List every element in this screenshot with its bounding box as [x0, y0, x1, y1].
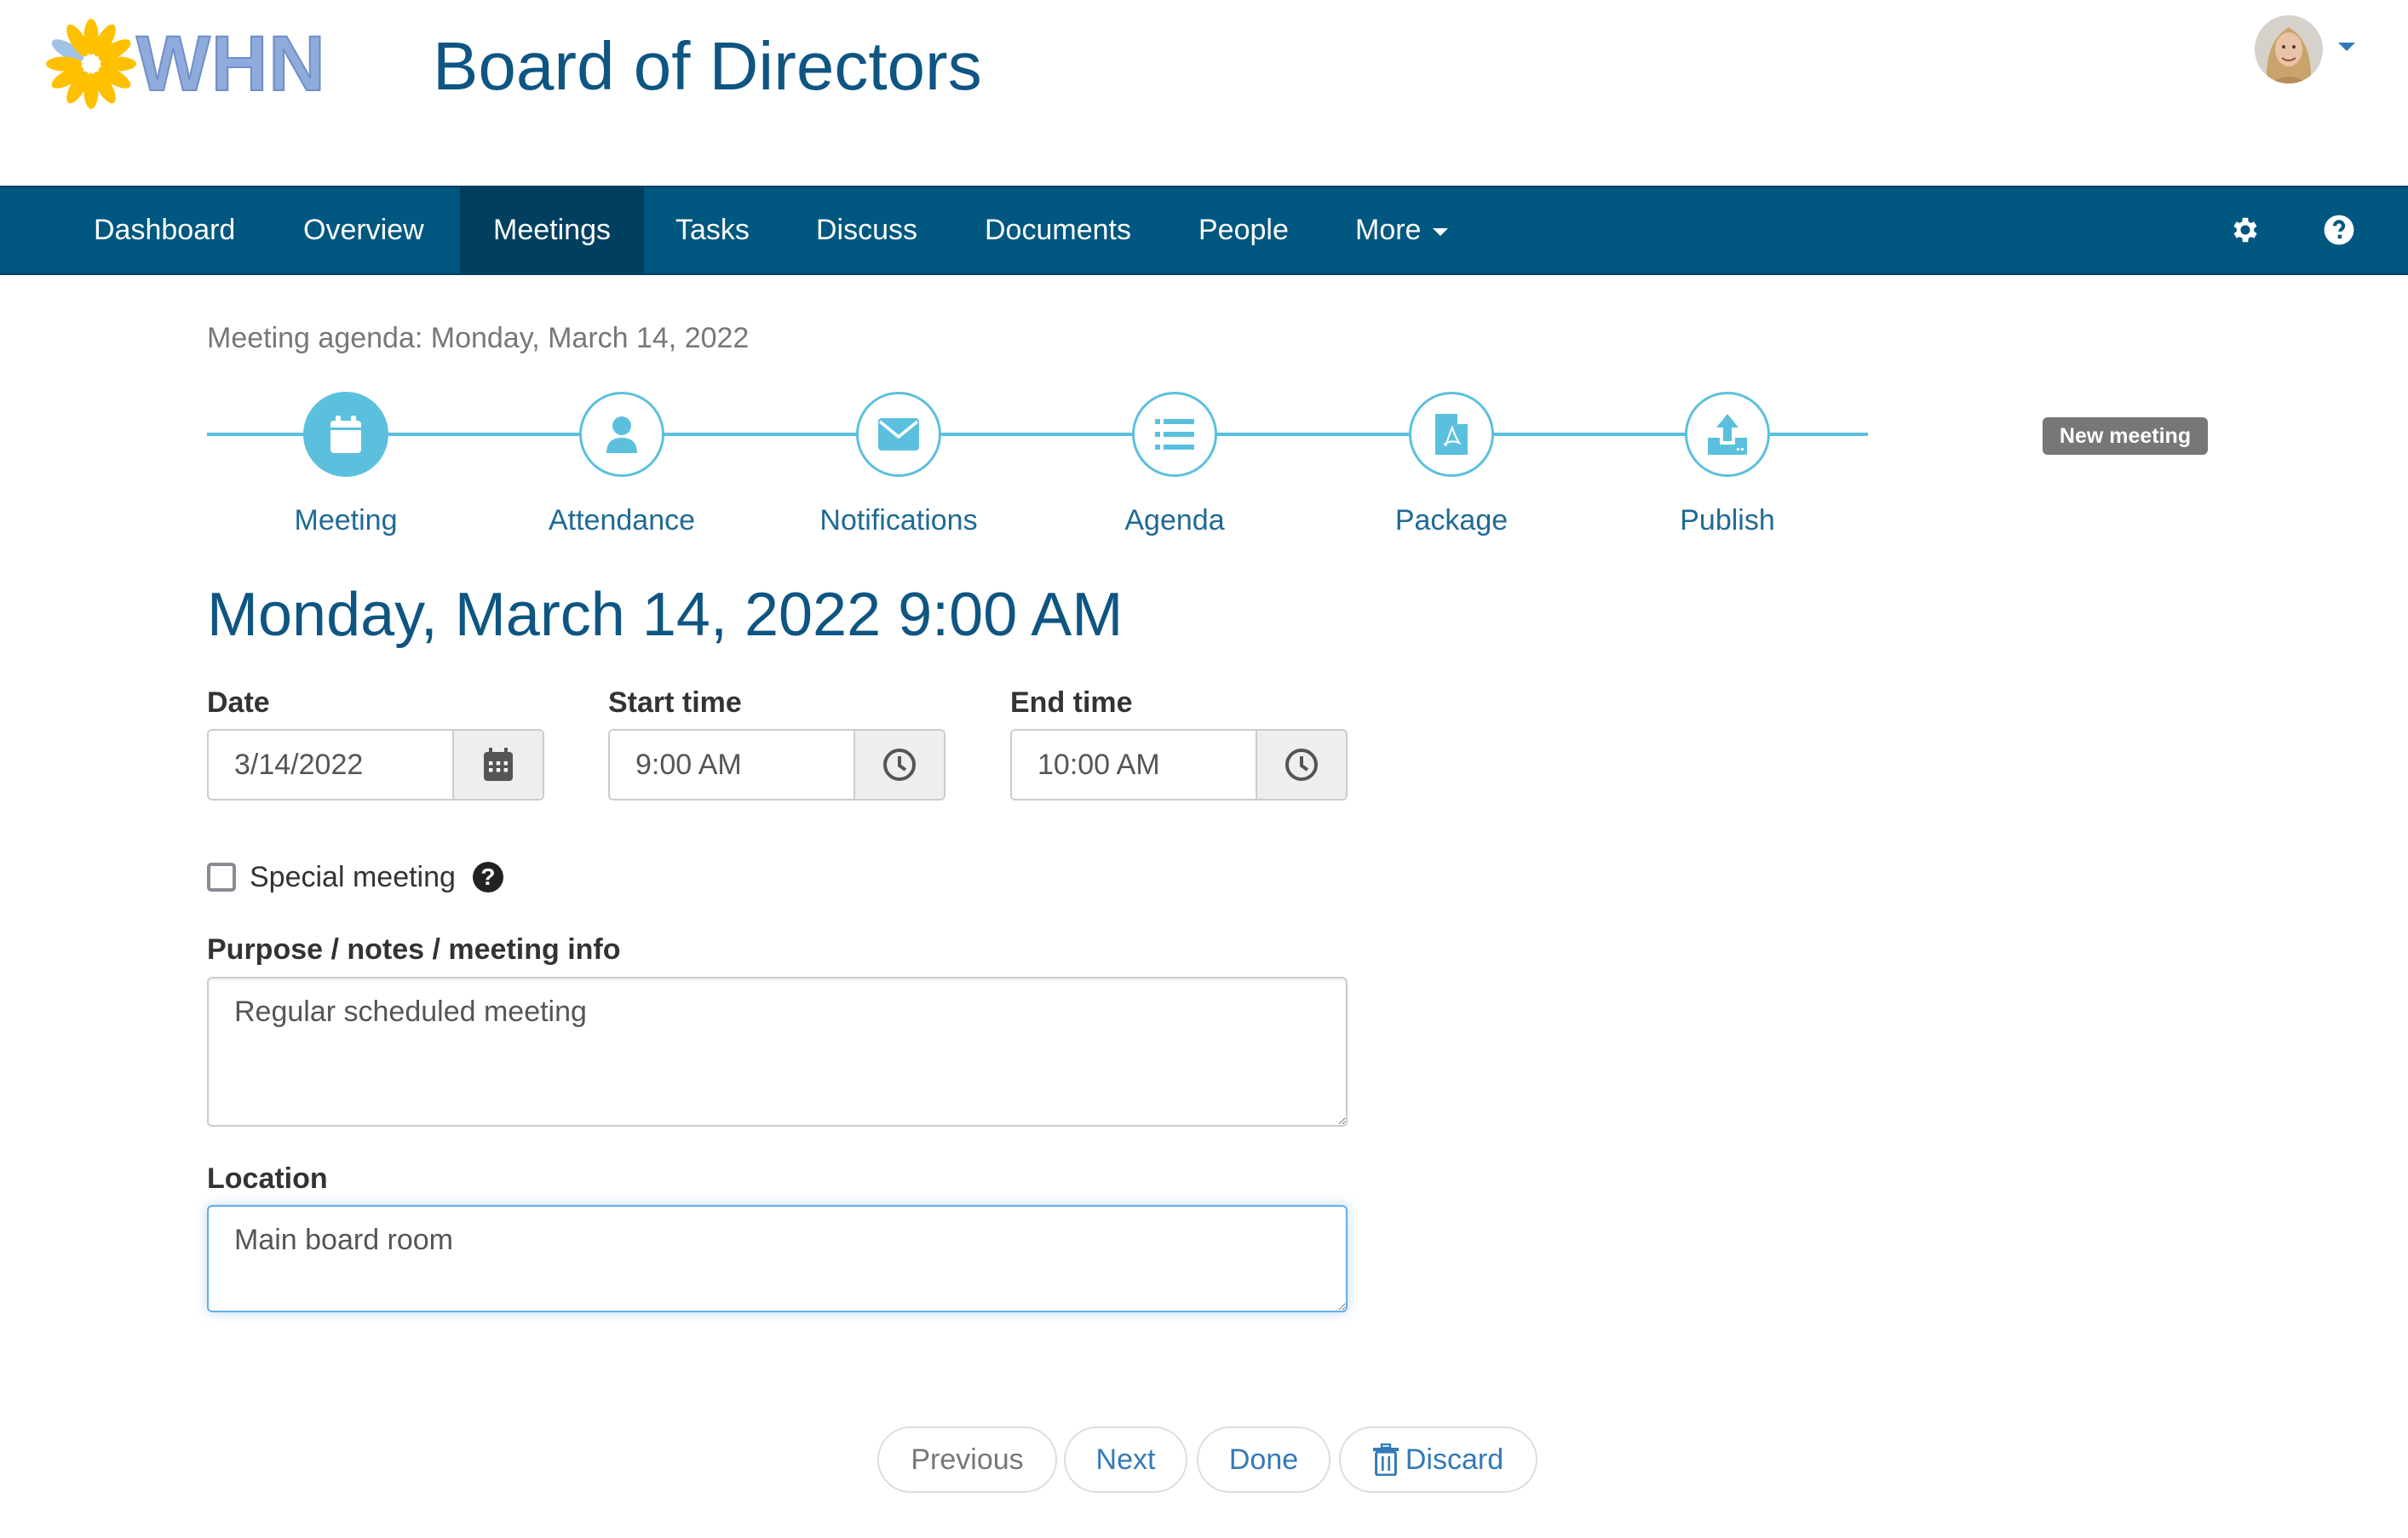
step-attendance[interactable]: Attendance [511, 392, 733, 537]
date-picker-button[interactable] [452, 731, 543, 799]
clock-icon [1285, 749, 1318, 781]
nav-label: Tasks [675, 214, 750, 246]
upload-icon [1708, 414, 1747, 455]
location-label: Location [207, 1162, 328, 1195]
special-meeting-checkbox[interactable] [207, 863, 236, 892]
question-circle-icon[interactable]: ? [472, 862, 503, 892]
nav-label: Overview [303, 214, 424, 246]
purpose-textarea[interactable]: Regular scheduled meeting [207, 977, 1348, 1127]
done-button[interactable]: Done [1197, 1426, 1330, 1493]
next-button[interactable]: Next [1064, 1426, 1187, 1493]
nav-item-meetings[interactable]: Meetings [460, 187, 644, 273]
trash-icon [1372, 1443, 1399, 1476]
calendar-icon [330, 416, 361, 453]
app-title: Board of Directors [433, 28, 982, 104]
nav-item-documents[interactable]: Documents [952, 187, 1164, 273]
envelope-icon [878, 418, 919, 450]
nav-label: Discuss [816, 214, 918, 246]
previous-button[interactable]: Previous [877, 1426, 1057, 1493]
step-label: Package [1394, 504, 1509, 537]
calendar-icon [484, 748, 513, 781]
nav-item-discuss[interactable]: Discuss [784, 187, 950, 273]
end-time-field-group [1010, 729, 1348, 801]
step-label: Publish [1680, 504, 1775, 537]
start-time-label: Start time [608, 686, 742, 719]
discard-label: Discard [1405, 1443, 1504, 1476]
start-time-picker-button[interactable] [853, 731, 944, 799]
end-time-picker-button[interactable] [1256, 731, 1346, 799]
step-label: Notifications [819, 504, 978, 537]
special-meeting-label[interactable]: Special meeting [250, 861, 456, 894]
location-textarea[interactable]: Main board room [207, 1205, 1348, 1312]
user-menu-caret-icon[interactable] [2338, 43, 2355, 51]
date-label: Date [207, 686, 270, 719]
nav-label: Meetings [493, 214, 611, 246]
nav-label: Documents [985, 214, 1131, 246]
date-field-group [207, 729, 544, 801]
user-icon [606, 416, 637, 453]
clock-icon [883, 749, 916, 781]
step-label: Agenda [1124, 504, 1225, 537]
date-input[interactable] [209, 731, 452, 799]
logo[interactable]: WHN [46, 19, 336, 109]
nav-item-dashboard[interactable]: Dashboard [61, 187, 267, 273]
caret-down-icon [1433, 228, 1449, 236]
nav-label: Dashboard [94, 214, 236, 246]
main-nav: Dashboard Overview Meetings Tasks Discus… [0, 186, 2408, 275]
discard-button[interactable]: Discard [1339, 1426, 1537, 1493]
nav-label: People [1198, 214, 1289, 246]
meeting-datetime-heading: Monday, March 14, 2022 9:00 AM [207, 581, 1124, 649]
step-notifications[interactable]: Notifications [788, 392, 1009, 537]
start-time-field-group [608, 729, 945, 801]
end-time-label: End time [1010, 686, 1133, 719]
status-badge: New meeting [2043, 417, 2208, 455]
start-time-input[interactable] [610, 731, 853, 799]
list-icon [1155, 419, 1194, 450]
step-publish[interactable]: Publish [1617, 392, 1838, 537]
purpose-label: Purpose / notes / meeting info [207, 933, 621, 966]
step-meeting[interactable]: Meeting [235, 392, 457, 537]
gear-icon[interactable] [2225, 209, 2266, 250]
question-circle-icon[interactable] [2319, 209, 2359, 250]
nav-label: More [1355, 214, 1422, 246]
nav-item-tasks[interactable]: Tasks [643, 187, 782, 273]
special-meeting-row: Special meeting ? [207, 860, 503, 894]
avatar[interactable] [2255, 15, 2323, 83]
end-time-input[interactable] [1012, 731, 1256, 799]
pdf-file-icon [1435, 414, 1468, 455]
nav-item-more[interactable]: More [1323, 187, 1480, 273]
step-label: Meeting [294, 504, 398, 537]
step-label: Attendance [548, 504, 696, 537]
user-photo-icon [2255, 15, 2323, 83]
step-package[interactable]: Package [1341, 392, 1562, 537]
step-agenda[interactable]: Agenda [1064, 392, 1285, 537]
nav-item-overview[interactable]: Overview [271, 187, 457, 273]
logo-text: WHN [135, 20, 326, 107]
flower-logo-icon [46, 19, 136, 109]
nav-item-people[interactable]: People [1166, 187, 1321, 273]
breadcrumb: Meeting agenda: Monday, March 14, 2022 [207, 322, 750, 354]
